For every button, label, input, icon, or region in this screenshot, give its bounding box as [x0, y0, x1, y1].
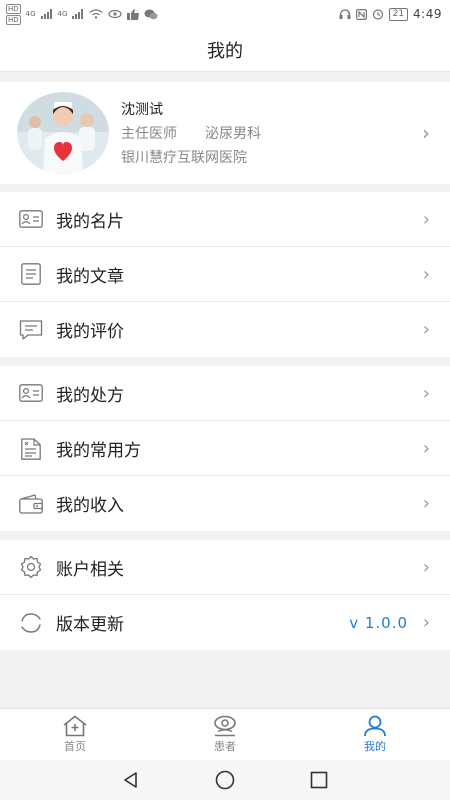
- menu-item-common-prescriptions[interactable]: 我的常用方 ›: [0, 421, 450, 476]
- menu-group-settings: 账户相关 › 版本更新 v 1.0.0 ›: [0, 540, 450, 650]
- chevron-right-icon: ›: [422, 208, 430, 230]
- chevron-right-icon: ›: [422, 121, 430, 145]
- network-label: 4G: [25, 10, 36, 18]
- back-triangle-icon: [124, 772, 137, 788]
- doctor-title: 主任医师: [121, 126, 177, 142]
- menu-label: 账户相关: [56, 559, 124, 580]
- recents-button[interactable]: [308, 769, 330, 791]
- battery-indicator: 21: [388, 7, 409, 21]
- signal-icon: [72, 9, 84, 19]
- menu-item-version-update[interactable]: 版本更新 v 1.0.0 ›: [0, 595, 450, 650]
- avatar: [17, 92, 109, 174]
- system-navigation-bar: [0, 760, 450, 800]
- header: 我的: [0, 28, 450, 72]
- network-label: 4G: [57, 10, 68, 18]
- menu-item-reviews[interactable]: 我的评价 ›: [0, 302, 450, 357]
- menu-item-income[interactable]: 我的收入 ›: [0, 476, 450, 531]
- gear-icon: [18, 554, 44, 580]
- menu-label: 我的处方: [56, 385, 124, 406]
- doctor-meta: 主任医师 泌尿男科: [121, 123, 261, 143]
- tab-patients[interactable]: 患者: [150, 709, 300, 760]
- alarm-icon: [372, 9, 383, 20]
- menu-label: 我的名片: [56, 211, 124, 232]
- chevron-right-icon: ›: [422, 263, 430, 285]
- article-icon: [18, 261, 44, 287]
- tab-label: 我的: [364, 740, 386, 753]
- doctor-hospital: 银川慧疗互联网医院: [121, 150, 247, 166]
- doctor-name: 沈测试: [121, 102, 163, 118]
- patient-icon: [214, 715, 236, 737]
- menu-label: 版本更新: [56, 615, 124, 635]
- refresh-icon: [18, 610, 44, 636]
- status-bar: HD HD 4G 4G 21 4:49: [0, 0, 450, 28]
- chevron-right-icon: ›: [422, 319, 430, 340]
- menu-label: 我的收入: [56, 496, 124, 516]
- comment-icon: [18, 317, 44, 343]
- menu-item-prescriptions[interactable]: 我的处方 ›: [0, 366, 450, 421]
- bottom-tab-bar: 首页 患者 我的: [0, 708, 450, 760]
- common-prescription-icon: [18, 435, 44, 461]
- status-left: HD HD 4G 4G: [6, 3, 158, 25]
- chevron-right-icon: ›: [422, 382, 430, 404]
- chevron-right-icon: ›: [422, 493, 430, 514]
- tab-label: 首页: [64, 740, 86, 753]
- eye-icon: [108, 9, 123, 19]
- signal-icon: [40, 9, 52, 19]
- home-button[interactable]: [214, 769, 236, 791]
- nfc-icon: [355, 8, 367, 20]
- menu-group-prescriptions: 我的处方 › 我的常用方 › 我的收入 ›: [0, 366, 450, 531]
- menu-group-profile: 我的名片 › 我的文章 › 我的评价 ›: [0, 192, 450, 357]
- recents-square-icon: [310, 771, 328, 789]
- prescription-icon: [18, 380, 44, 406]
- page-title: 我的: [207, 40, 243, 62]
- profile-info: 沈测试 主任医师 泌尿男科 银川慧疗互联网医院: [121, 99, 261, 167]
- chevron-right-icon: ›: [422, 556, 430, 578]
- thumbs-up-icon: [127, 8, 140, 20]
- menu-item-account[interactable]: 账户相关 ›: [0, 540, 450, 595]
- menu-item-business-card[interactable]: 我的名片 ›: [0, 192, 450, 247]
- doctor-department: 泌尿男科: [205, 126, 261, 142]
- tab-home[interactable]: 首页: [0, 709, 150, 760]
- wechat-icon: [144, 9, 158, 19]
- headset-icon: [339, 8, 351, 19]
- wallet-icon: [18, 491, 44, 517]
- status-right: 21 4:49: [339, 7, 442, 21]
- version-value: v 1.0.0: [349, 613, 408, 632]
- home-icon: [63, 715, 87, 737]
- chevron-right-icon: ›: [422, 437, 430, 459]
- id-card-icon: [18, 206, 44, 232]
- hd-chip: HD: [6, 14, 21, 25]
- hd-indicators: HD HD: [6, 3, 21, 25]
- menu-item-articles[interactable]: 我的文章 ›: [0, 247, 450, 302]
- clock: 4:49: [413, 7, 442, 21]
- menu-label: 我的文章: [56, 266, 124, 287]
- back-button[interactable]: [120, 769, 142, 791]
- wifi-icon: [90, 9, 103, 19]
- menu-label: 我的评价: [56, 322, 124, 342]
- profile-card[interactable]: 沈测试 主任医师 泌尿男科 银川慧疗互联网医院 ›: [0, 82, 450, 184]
- chevron-right-icon: ›: [422, 612, 430, 633]
- tab-mine[interactable]: 我的: [300, 709, 450, 760]
- home-circle-icon: [215, 770, 235, 790]
- menu-label: 我的常用方: [56, 440, 141, 461]
- user-icon: [364, 715, 386, 737]
- hd-chip: HD: [6, 3, 21, 14]
- tab-label: 患者: [214, 740, 236, 753]
